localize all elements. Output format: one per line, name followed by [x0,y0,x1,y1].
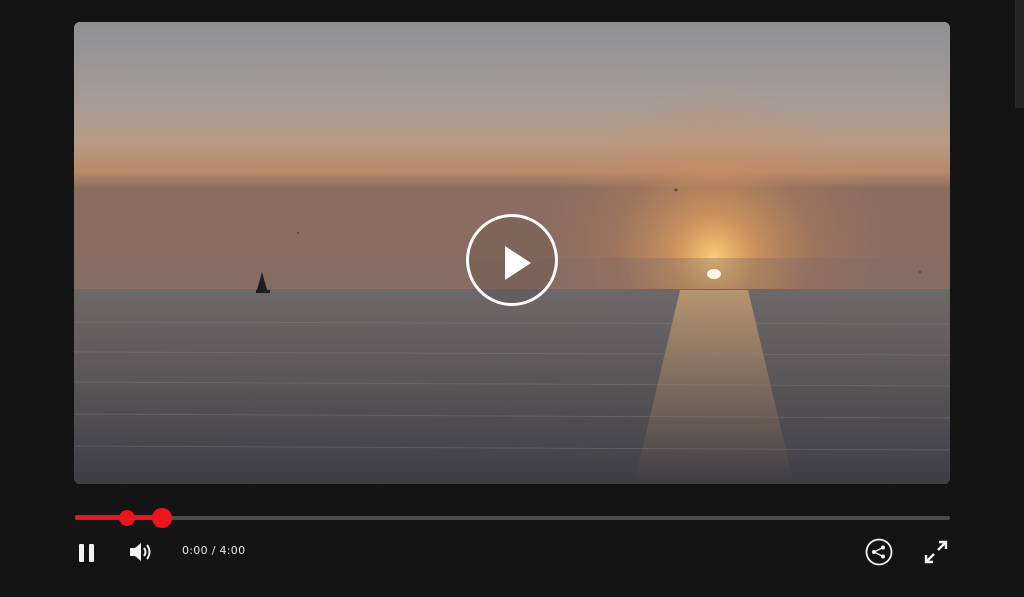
video-player-page: 0:00 / 4:00 [0,0,1024,597]
progress-bar[interactable] [75,508,950,528]
progress-track [75,516,950,520]
time-display: 0:00 / 4:00 [182,544,246,557]
share-icon [865,538,893,566]
fullscreen-icon [924,540,948,564]
fullscreen-button[interactable] [921,537,951,567]
play-icon [505,246,531,280]
progress-hover-dot [118,510,135,526]
scrollbar[interactable] [1015,0,1024,108]
volume-icon [130,543,151,561]
big-play-button[interactable] [466,214,558,306]
scrub-handle[interactable] [151,508,172,528]
volume-button[interactable] [126,537,156,567]
pause-button[interactable] [73,537,103,567]
control-bar: 0:00 / 4:00 [0,532,1024,572]
share-button[interactable] [864,537,894,567]
video-frame[interactable] [74,22,950,484]
